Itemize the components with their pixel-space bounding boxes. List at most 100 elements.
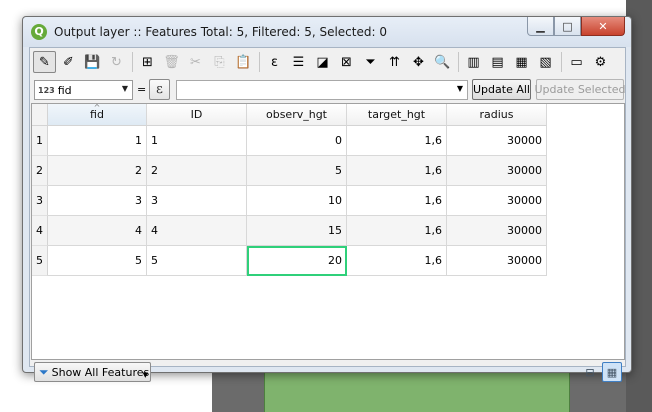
expression-builder-button[interactable]: ε bbox=[149, 79, 170, 100]
conditional-formatting-button[interactable]: ▧ bbox=[534, 51, 557, 73]
move-selection-top-icon: ⇈ bbox=[389, 54, 400, 70]
deselect-all-button[interactable]: ⊠ bbox=[335, 51, 358, 73]
actions-icon: ⚙ bbox=[594, 54, 607, 70]
close-button[interactable]: ✕ bbox=[581, 17, 625, 36]
filter-icon: ⏷ bbox=[39, 364, 49, 379]
show-all-features-button[interactable]: ⏷ Show All Features ▼ bbox=[34, 362, 151, 382]
table-cell-radius[interactable]: 30000 bbox=[447, 126, 547, 156]
table-cell-fid[interactable]: 4 bbox=[48, 216, 147, 246]
chevron-down-icon: ▼ bbox=[456, 84, 463, 93]
paste-button[interactable]: 📋 bbox=[232, 51, 255, 73]
field-calculator-button[interactable]: ▦ bbox=[510, 51, 533, 73]
toggle-multi-edit-button[interactable]: ✐ bbox=[57, 51, 80, 73]
column-header-id[interactable]: ID bbox=[147, 104, 247, 126]
table-cell-observ-hgt[interactable]: 0 bbox=[247, 126, 347, 156]
invert-selection-button[interactable]: ◪ bbox=[311, 51, 334, 73]
table-cell-target-hgt[interactable]: 1,6 bbox=[347, 156, 447, 186]
row-header[interactable]: 5 bbox=[32, 246, 48, 276]
window-controls: ▁ □ ✕ bbox=[527, 17, 625, 37]
save-edits-icon: 💾 bbox=[84, 54, 101, 70]
update-all-button[interactable]: Update All bbox=[472, 79, 531, 100]
table-view-button[interactable]: ▦ bbox=[602, 362, 622, 382]
paste-icon: 📋 bbox=[235, 54, 252, 70]
cut-button[interactable]: ✂ bbox=[184, 51, 207, 73]
table-cell-target-hgt[interactable]: 1,6 bbox=[347, 126, 447, 156]
reload-button[interactable]: ↻ bbox=[105, 51, 128, 73]
pan-to-selected-icon: ✥ bbox=[413, 54, 424, 70]
zoom-to-selected-button[interactable]: 🔍 bbox=[431, 51, 454, 73]
select-all-button[interactable]: ☰ bbox=[287, 51, 310, 73]
pan-to-selected-button[interactable]: ✥ bbox=[407, 51, 430, 73]
table-cell-id[interactable]: 3 bbox=[147, 186, 247, 216]
form-view-button[interactable]: ⊟ bbox=[580, 362, 600, 382]
table-cell-target-hgt[interactable]: 1,6 bbox=[347, 246, 447, 276]
row-header[interactable]: 2 bbox=[32, 156, 48, 186]
toolbar-separator bbox=[561, 52, 562, 72]
toggle-editing-icon: ✎ bbox=[39, 54, 50, 70]
maximize-button[interactable]: □ bbox=[554, 17, 581, 36]
select-by-expression-button[interactable]: ε bbox=[263, 51, 286, 73]
delete-selected-button[interactable]: 🗑 bbox=[160, 51, 183, 73]
minimize-button[interactable]: ▁ bbox=[527, 17, 554, 36]
toolbar-separator bbox=[132, 52, 133, 72]
dock-button[interactable]: ▭ bbox=[565, 51, 588, 73]
move-selection-top-button[interactable]: ⇈ bbox=[383, 51, 406, 73]
field-calculator-bar: 123 fid ▼ = ε ▼ Update All Update Select… bbox=[30, 78, 626, 102]
attribute-table: fid ^ ID observ_hgt target_hgt radius 1 1 1 0 1,6 3… bbox=[31, 103, 625, 360]
zoom-to-selected-icon: 🔍 bbox=[434, 54, 451, 70]
chevron-down-icon: ▼ bbox=[121, 84, 128, 93]
expression-input[interactable]: ▼ bbox=[176, 80, 468, 100]
column-header-label: target_hgt bbox=[367, 108, 426, 121]
table-cell-fid[interactable]: 3 bbox=[48, 186, 147, 216]
form-view-icon: ⊟ bbox=[585, 365, 595, 379]
table-cell-target-hgt[interactable]: 1,6 bbox=[347, 216, 447, 246]
table-cell-radius[interactable]: 30000 bbox=[447, 246, 547, 276]
reload-icon: ↻ bbox=[111, 54, 122, 70]
table-cell-fid[interactable]: 2 bbox=[48, 156, 147, 186]
copy-button[interactable]: ⎘ bbox=[208, 51, 231, 73]
table-cell-radius[interactable]: 30000 bbox=[447, 216, 547, 246]
copy-icon: ⎘ bbox=[214, 54, 225, 70]
column-header-target-hgt[interactable]: target_hgt bbox=[347, 104, 447, 126]
column-header-observ-hgt[interactable]: observ_hgt bbox=[247, 104, 347, 126]
new-field-button[interactable]: ▥ bbox=[462, 51, 485, 73]
toggle-editing-button[interactable]: ✎ bbox=[33, 51, 56, 73]
table-cell-observ-hgt[interactable]: 10 bbox=[247, 186, 347, 216]
field-type-label: 123 bbox=[38, 85, 55, 95]
table-cell-observ-hgt[interactable]: 15 bbox=[247, 216, 347, 246]
table-cell-radius[interactable]: 30000 bbox=[447, 186, 547, 216]
filter-button[interactable]: ⏷ bbox=[359, 51, 382, 73]
table-cell-fid[interactable]: 1 bbox=[48, 126, 147, 156]
row-header[interactable]: 4 bbox=[32, 216, 48, 246]
attribute-toolbar: ✎ ✐ 💾 ↻ ⊞ 🗑 ✂ ⎘ 📋 ε ☰ ◪ ⊠ ⏷ ⇈ ✥ 🔍 ▥ ▤ ▦ ▧ ▭ ⚙ bbox=[30, 48, 625, 76]
update-selected-button[interactable]: Update Selected bbox=[534, 79, 626, 100]
table-cell-id[interactable]: 4 bbox=[147, 216, 247, 246]
bottom-bar: ⏷ Show All Features ▼ ⊟ ▦ bbox=[30, 361, 625, 385]
table-cell-target-hgt[interactable]: 1,6 bbox=[347, 186, 447, 216]
select-all-icon: ☰ bbox=[292, 54, 305, 70]
actions-button[interactable]: ⚙ bbox=[589, 51, 612, 73]
table-cell-id[interactable]: 1 bbox=[147, 126, 247, 156]
column-header-label: radius bbox=[479, 108, 514, 121]
column-header-radius[interactable]: radius bbox=[447, 104, 547, 126]
add-feature-button[interactable]: ⊞ bbox=[136, 51, 159, 73]
title-bar[interactable]: Q Output layer :: Features Total: 5, Fil… bbox=[23, 17, 631, 47]
table-cell-id[interactable]: 2 bbox=[147, 156, 247, 186]
conditional-formatting-icon: ▧ bbox=[539, 54, 552, 70]
table-cell-fid[interactable]: 5 bbox=[48, 246, 147, 276]
toolbar-separator bbox=[259, 52, 260, 72]
table-cell-radius[interactable]: 30000 bbox=[447, 156, 547, 186]
table-corner[interactable] bbox=[32, 104, 48, 126]
column-header-fid[interactable]: fid ^ bbox=[48, 104, 147, 126]
table-cell-id[interactable]: 5 bbox=[147, 246, 247, 276]
save-edits-button[interactable]: 💾 bbox=[81, 51, 104, 73]
dock-icon: ▭ bbox=[570, 54, 583, 70]
table-cell-observ-hgt[interactable]: 20 bbox=[247, 246, 347, 276]
field-select[interactable]: 123 fid ▼ bbox=[34, 80, 133, 100]
table-cell-observ-hgt[interactable]: 5 bbox=[247, 156, 347, 186]
show-all-features-label: Show All Features bbox=[51, 365, 150, 379]
attribute-table-window: Q Output layer :: Features Total: 5, Fil… bbox=[22, 16, 632, 382]
row-header[interactable]: 1 bbox=[32, 126, 48, 156]
delete-field-button[interactable]: ▤ bbox=[486, 51, 509, 73]
row-header[interactable]: 3 bbox=[32, 186, 48, 216]
